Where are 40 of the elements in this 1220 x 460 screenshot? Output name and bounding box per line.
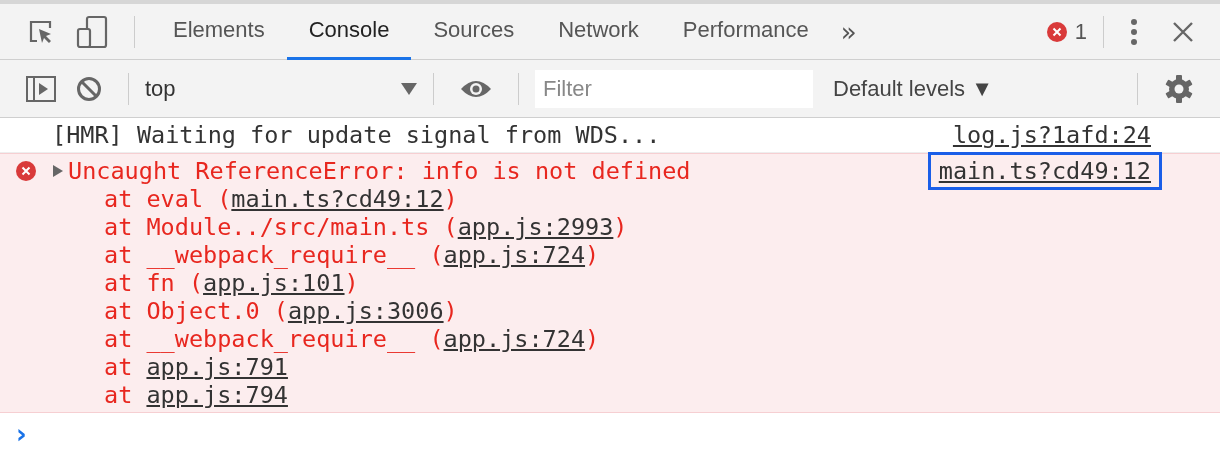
eye-icon[interactable] <box>460 78 492 99</box>
tab[interactable]: Network <box>536 3 661 60</box>
stack-frame: at Module../src/main.ts (app.js:2993) <box>52 213 1162 241</box>
source-link[interactable]: log.js?1afd:24 <box>941 116 1162 154</box>
source-link[interactable]: main.ts?cd49:12 <box>927 152 1162 190</box>
tab[interactable]: Elements <box>151 3 287 60</box>
stack-link[interactable]: app.js:724 <box>443 241 586 269</box>
expand-triangle-icon[interactable] <box>52 164 64 178</box>
device-icon[interactable] <box>76 14 108 49</box>
stack-frame: at Object.0 (app.js:3006) <box>52 297 1162 325</box>
tab[interactable]: Performance <box>660 3 831 60</box>
more-tabs-button[interactable]: » <box>830 16 867 47</box>
tab[interactable]: Sources <box>411 3 537 60</box>
more-menu-icon[interactable] <box>1130 18 1138 45</box>
levels-dropdown[interactable]: Default levels ▼ <box>827 74 999 103</box>
error-icon <box>16 161 36 181</box>
stack-frame: at fn (app.js:101) <box>52 269 1162 297</box>
message-text: Uncaught ReferenceError: info is not defined <box>68 157 691 185</box>
caret-icon <box>401 82 417 95</box>
error-icon <box>1046 21 1067 42</box>
stack-frame: at app.js:794 <box>52 381 1162 409</box>
stack-link[interactable]: main.ts?cd49:12 <box>231 185 444 213</box>
filter-field[interactable]: Filter <box>535 69 813 108</box>
sidebar-toggle-icon[interactable] <box>26 75 56 102</box>
stack-link[interactable]: app.js:794 <box>146 381 288 409</box>
close-icon[interactable] <box>1172 20 1194 43</box>
prompt-chevron: › <box>16 419 27 449</box>
stack-link[interactable]: app.js:3006 <box>287 297 444 325</box>
settings-icon[interactable] <box>1164 73 1194 104</box>
stack-link[interactable]: app.js:2993 <box>457 213 614 241</box>
stack-frame: at __webpack_require__ (app.js:724) <box>52 325 1162 353</box>
context-select[interactable]: top <box>145 75 417 102</box>
stack-frame: at __webpack_require__ (app.js:724) <box>52 241 1162 269</box>
stack-frame: at app.js:791 <box>52 353 1162 381</box>
stack-link[interactable]: app.js:724 <box>443 325 586 353</box>
stack-link[interactable]: app.js:101 <box>203 269 345 297</box>
clear-console-icon[interactable] <box>76 75 102 102</box>
stack-link[interactable]: app.js:791 <box>146 353 288 381</box>
message-text: [HMR] Waiting for update signal from WDS... <box>52 121 661 149</box>
error-count: 1 <box>1074 18 1087 45</box>
